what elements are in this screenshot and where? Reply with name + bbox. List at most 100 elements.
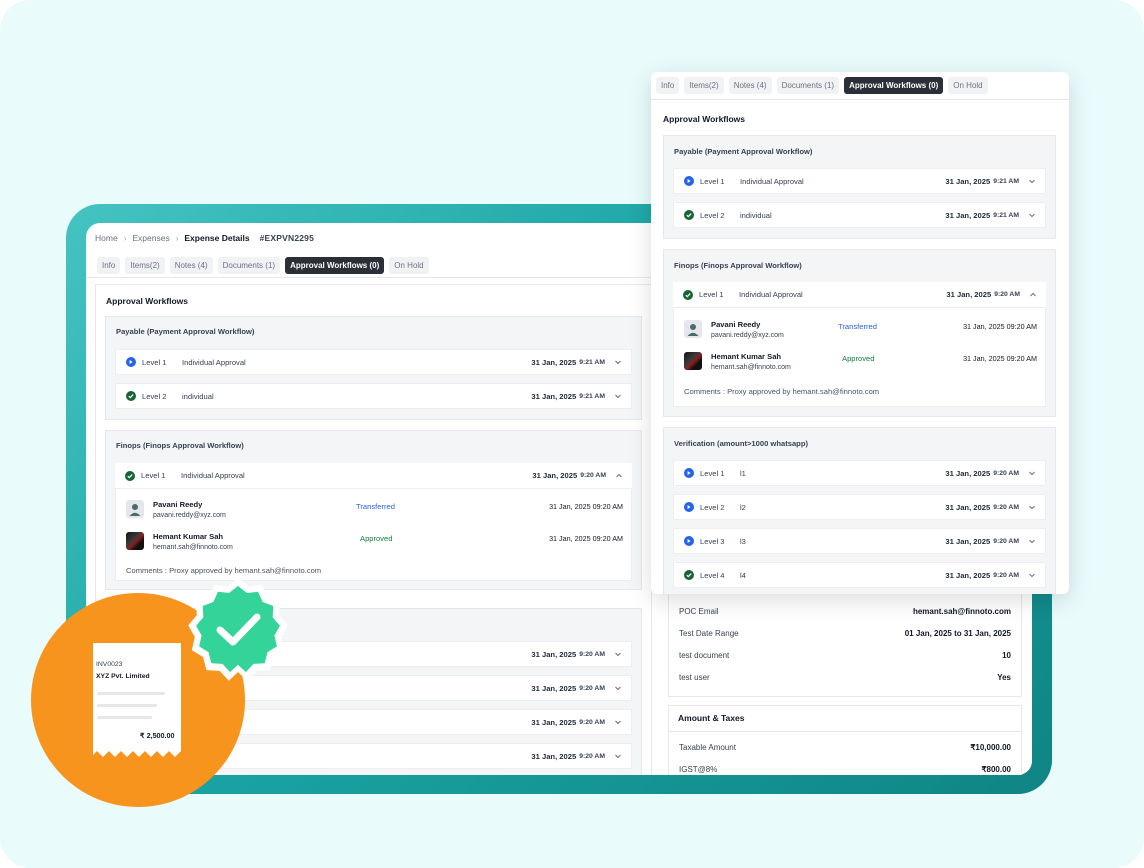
level-date: 31 Jan, 2025: [945, 502, 991, 512]
chevron-down-icon[interactable]: [613, 683, 623, 693]
level-time: 9:21 AM: [579, 392, 605, 400]
workflow-level-row[interactable]: Level 3 l3 31 Jan, 2025 9:20 AM: [673, 528, 1046, 554]
level-time: 9:20 AM: [579, 684, 605, 692]
workflow-level-row[interactable]: Level 1 Individual Approval 31 Jan, 2025…: [115, 349, 632, 375]
detail-row: POC Email hemant.sah@finnoto.com: [669, 600, 1021, 622]
chevron-down-icon[interactable]: [1027, 468, 1037, 478]
chevron-down-icon[interactable]: [613, 717, 623, 727]
level-time: 9:20 AM: [580, 472, 606, 479]
level-name: l1: [740, 468, 746, 478]
level-name: l2: [740, 502, 746, 512]
company-name: XYZ Pvt. Limited: [96, 673, 150, 680]
chevron-down-icon[interactable]: [1027, 536, 1037, 546]
workflow-level-row[interactable]: Level 1 l1 31 Jan, 2025 9:20 AM: [673, 460, 1046, 486]
tab-info[interactable]: Info: [97, 257, 121, 274]
approver-email: hemant.sah@finnoto.com: [711, 364, 791, 371]
chevron-down-icon[interactable]: [613, 391, 623, 401]
chevron-down-icon[interactable]: [1027, 570, 1037, 580]
level-date: 31 Jan, 2025: [945, 536, 991, 546]
chevron-down-icon[interactable]: [613, 649, 623, 659]
approver-datetime: 31 Jan, 2025 09:20 AM: [963, 354, 1037, 363]
chevron-down-icon[interactable]: [613, 751, 623, 761]
tab-items[interactable]: Items(2): [684, 77, 724, 94]
chevron-down-icon[interactable]: [613, 357, 623, 367]
comments-label: Comments :: [126, 566, 167, 575]
panel-title: Approval Workflows: [663, 114, 746, 124]
avatar: [126, 532, 144, 550]
divider: [97, 704, 157, 707]
detail-row: Test Date Range 01 Jan, 2025 to 31 Jan, 2…: [669, 622, 1021, 644]
workflow-level-row[interactable]: Level 4 l4 31 Jan, 2025 9:20 AM: [673, 562, 1046, 588]
workflow-level-row[interactable]: Level 2 individual 31 Jan, 2025 9:21 AM: [115, 383, 632, 409]
approver-row: Hemant Kumar Sah hemant.sah@finnoto.com …: [126, 532, 631, 562]
level-label: Level 4: [700, 570, 725, 580]
level-name: individual: [182, 391, 214, 401]
level-name: Individual Approval: [739, 290, 803, 299]
detail-value: ₹800.00: [981, 764, 1011, 774]
breadcrumb-home[interactable]: Home: [95, 233, 118, 243]
level-date: 31 Jan, 2025: [531, 717, 577, 727]
tab-approval-workflows[interactable]: Approval Workflows (0): [285, 257, 385, 274]
level-date: 31 Jan, 2025: [945, 176, 991, 186]
detail-key: test document: [679, 650, 730, 660]
breadcrumb-current: Expense Details: [184, 233, 250, 243]
tab-documents[interactable]: Documents (1): [217, 257, 281, 274]
approver-datetime: 31 Jan, 2025 09:20 AM: [963, 322, 1037, 331]
detail-key: IGST@8%: [679, 764, 718, 774]
approver-email: pavani.reddy@xyz.com: [153, 512, 226, 519]
play-icon: [684, 468, 694, 478]
workflow-level-row[interactable]: Level 2 l2 31 Jan, 2025 9:20 AM: [673, 494, 1046, 520]
tab-on-hold[interactable]: On Hold: [389, 257, 429, 274]
expanded-level: Level 1 Individual Approval 31 Jan, 2025…: [115, 463, 632, 581]
approver-datetime: 31 Jan, 2025 09:20 AM: [549, 534, 623, 543]
status-badge: Approved: [842, 354, 875, 363]
breadcrumb: Home › Expenses › Expense Details #EXPVN…: [95, 233, 314, 243]
chevron-right-icon: ›: [123, 233, 127, 243]
chevron-up-icon[interactable]: [614, 471, 624, 481]
level-label: Level 1: [700, 176, 725, 186]
play-icon: [126, 357, 136, 367]
amount-card: Amount & Taxes Taxable Amount ₹10,000.00 …: [668, 705, 1022, 775]
chevron-down-icon[interactable]: [1027, 502, 1037, 512]
tab-documents[interactable]: Documents (1): [776, 77, 840, 94]
level-name: l3: [740, 536, 746, 546]
detail-key: Test Date Range: [679, 628, 739, 638]
chevron-down-icon[interactable]: [1027, 176, 1037, 186]
tab-notes[interactable]: Notes (4): [169, 257, 213, 274]
workflow-level-row[interactable]: Level 2 individual 31 Jan, 2025 9:21 AM: [673, 202, 1046, 228]
section-title: Finops (Finops Approval Workflow): [116, 441, 244, 450]
detail-row: Taxable Amount ₹10,000.00: [669, 736, 1021, 758]
level-time: 9:21 AM: [993, 177, 1019, 185]
detail-value: 01 Jan, 2025 to 31 Jan, 2025: [904, 628, 1011, 638]
tab-info[interactable]: Info: [656, 77, 680, 94]
approver-name: Pavani Reedy: [153, 500, 203, 509]
finops-section: Finops (Finops Approval Workflow) Level …: [663, 249, 1056, 417]
tab-approval-workflows[interactable]: Approval Workflows (0): [844, 77, 944, 94]
tab-items[interactable]: Items(2): [125, 257, 165, 274]
workflow-level-row[interactable]: Level 1 Individual Approval 31 Jan, 2025…: [115, 463, 632, 489]
level-time: 9:20 AM: [579, 718, 605, 726]
chevron-right-icon: ›: [175, 233, 179, 243]
level-time: 9:20 AM: [579, 650, 605, 658]
level-time: 9:20 AM: [993, 537, 1019, 545]
level-time: 9:21 AM: [579, 358, 605, 366]
chevron-down-icon[interactable]: [1027, 210, 1037, 220]
workflow-level-row[interactable]: Level 1 Individual Approval 31 Jan, 2025…: [673, 282, 1046, 308]
level-name: Individual Approval: [181, 471, 245, 480]
level-name: Individual Approval: [740, 176, 804, 186]
approver-name: Pavani Reedy: [711, 320, 761, 329]
amount-title: Amount & Taxes: [678, 713, 745, 723]
workflow-level-row[interactable]: Level 1 Individual Approval 31 Jan, 2025…: [673, 168, 1046, 194]
check-icon: [684, 570, 694, 580]
chevron-up-icon[interactable]: [1028, 290, 1038, 300]
level-label: Level 2: [700, 210, 725, 220]
info-card: POC Email hemant.sah@finnoto.com Test Dat…: [668, 594, 1022, 697]
approver-name: Hemant Kumar Sah: [711, 352, 782, 361]
document-id: #EXPVN2295: [259, 233, 315, 243]
level-time: 9:21 AM: [993, 211, 1019, 219]
status-badge: Transferred: [356, 502, 395, 511]
breadcrumb-expenses[interactable]: Expenses: [132, 233, 169, 243]
tab-notes[interactable]: Notes (4): [728, 77, 772, 94]
tab-on-hold[interactable]: On Hold: [948, 77, 988, 94]
level-date: 31 Jan, 2025: [531, 391, 577, 401]
